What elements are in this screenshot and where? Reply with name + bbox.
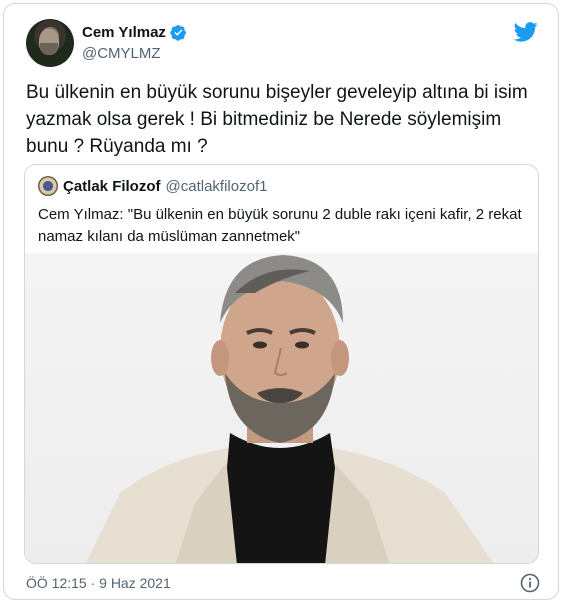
quoted-author-name: Çatlak Filozof bbox=[63, 177, 161, 195]
quoted-author-handle: @catlakfilozof1 bbox=[165, 177, 268, 195]
quoted-tweet-header: Çatlak Filozof @catlakfilozof1 bbox=[38, 176, 267, 196]
quoted-author-avatar bbox=[38, 176, 58, 196]
quoted-tweet[interactable]: Çatlak Filozof @catlakfilozof1 Cem Yılma… bbox=[24, 164, 539, 564]
tweet-card[interactable]: Cem Yılmaz @CMYLMZ Bu ülkenin en büyük s… bbox=[3, 3, 559, 600]
author-handle[interactable]: @CMYLMZ bbox=[82, 45, 161, 62]
twitter-bird-icon[interactable] bbox=[514, 22, 538, 42]
quoted-tweet-text: Cem Yılmaz: "Bu ülkenin en büyük sorunu … bbox=[38, 206, 522, 245]
tweet-timestamp[interactable]: ÖÖ 12:15 · 9 Haz 2021 bbox=[26, 575, 171, 591]
info-icon[interactable] bbox=[520, 573, 540, 593]
tweet-header: Cem Yılmaz @CMYLMZ bbox=[26, 19, 538, 69]
avatar-beard bbox=[40, 43, 58, 55]
portrait-illustration bbox=[85, 255, 494, 563]
author-name[interactable]: Cem Yılmaz bbox=[82, 24, 166, 41]
author-name-row: Cem Yılmaz bbox=[82, 24, 187, 41]
author-avatar[interactable] bbox=[26, 19, 74, 67]
verified-badge-icon bbox=[170, 25, 186, 41]
quoted-tweet-photo[interactable] bbox=[25, 253, 538, 563]
tweet-text: Bu ülkenin en büyük sorunu bişeyler geve… bbox=[26, 82, 528, 157]
